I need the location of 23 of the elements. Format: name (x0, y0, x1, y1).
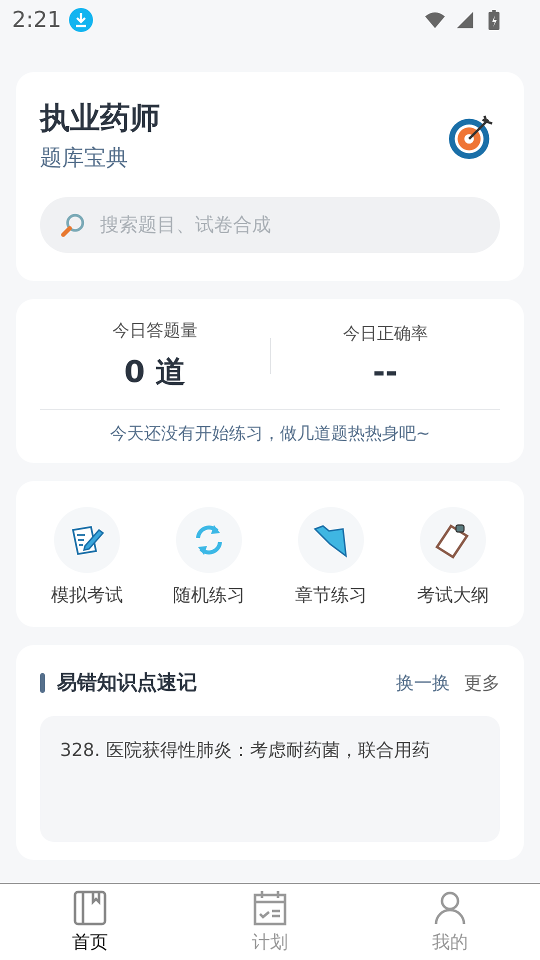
person-icon (433, 890, 467, 926)
app-title: 执业药师 (40, 100, 160, 138)
calendar-icon (253, 890, 287, 926)
action-link[interactable]: 更多 (464, 670, 500, 694)
section-title: 易错知识点速记 (57, 669, 197, 696)
action-link[interactable]: 换一换 (396, 670, 450, 694)
accent-bar (40, 672, 45, 692)
book-icon (73, 890, 107, 926)
nav-tab[interactable]: 首页 (0, 884, 180, 960)
app-subtitle: 题库宝典 (40, 145, 129, 173)
practice-hint: 今天还没有开始练习，做几道题热热身吧~ (108, 423, 432, 445)
stat-value: 0 道 (123, 354, 186, 392)
wifi-icon (424, 11, 446, 29)
signal-icon (454, 11, 476, 29)
stat-label: 今日答题量 (111, 320, 198, 342)
stat-label: 今日正确率 (342, 323, 429, 345)
stat-value: -- (372, 355, 399, 390)
search-icon (60, 212, 86, 238)
status-time: 2:21 (12, 8, 62, 32)
battery-icon (488, 10, 500, 30)
tip-text: 328. 医院获得性肺炎：考虑耐药菌，联合用药 (60, 740, 430, 761)
search-field[interactable]: 搜索题目、试卷合成 (40, 197, 500, 253)
download-icon (69, 8, 94, 32)
